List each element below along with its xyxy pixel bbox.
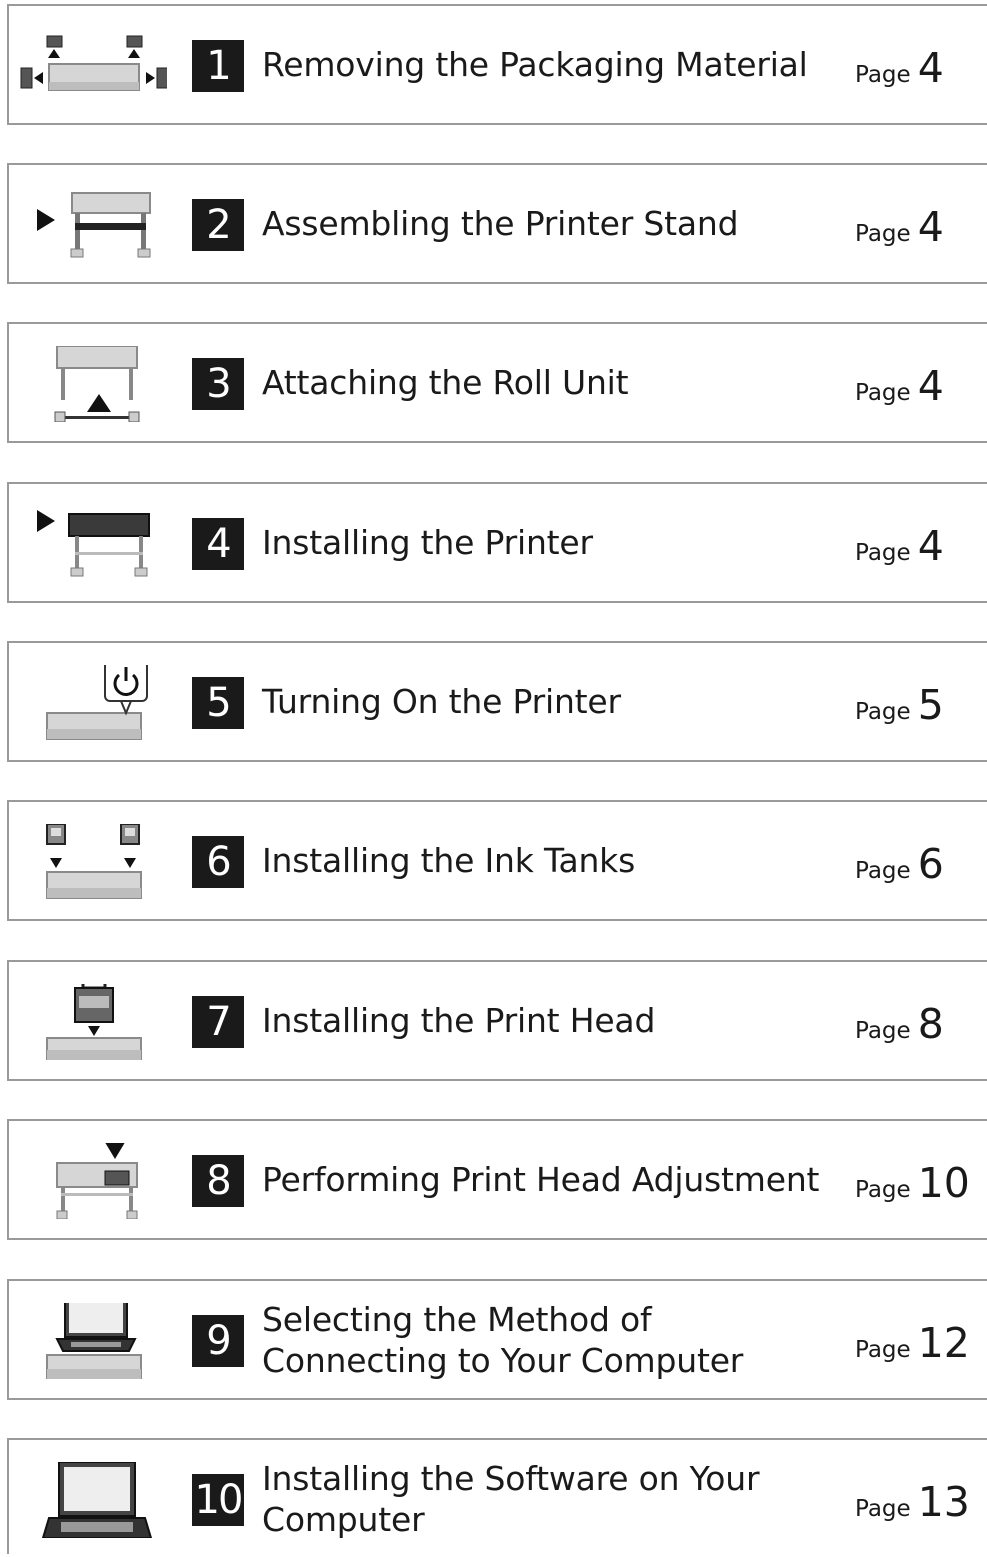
step-number-badge: 7 xyxy=(192,996,244,1048)
page-reference[interactable]: Page 4 xyxy=(855,203,944,251)
page-label: Page xyxy=(855,540,911,566)
page-number: 6 xyxy=(917,840,944,888)
step-number-badge: 8 xyxy=(192,1155,244,1207)
printer-install-icon xyxy=(17,506,167,582)
page-number: 8 xyxy=(917,1000,944,1048)
page-reference[interactable]: Page 12 xyxy=(855,1319,970,1367)
laptop-icon xyxy=(17,1462,167,1538)
page-number: 5 xyxy=(917,681,944,729)
page-label: Page xyxy=(855,1018,911,1044)
step-number-badge: 9 xyxy=(192,1315,244,1367)
page-number: 13 xyxy=(917,1478,970,1526)
power-icon xyxy=(17,665,167,741)
page-reference[interactable]: Page 4 xyxy=(855,44,944,92)
step-number-badge: 10 xyxy=(192,1474,244,1526)
step-1: 1 Removing the Packaging Material Page 4 xyxy=(7,4,987,125)
page-label: Page xyxy=(855,62,911,88)
page-number: 4 xyxy=(917,362,944,410)
page-label: Page xyxy=(855,858,911,884)
page-reference[interactable]: Page 6 xyxy=(855,840,944,888)
page-number: 12 xyxy=(917,1319,970,1367)
step-number-badge: 5 xyxy=(192,677,244,729)
step-3: 3 Attaching the Roll Unit Page 4 xyxy=(7,322,987,443)
ink-tank-icon xyxy=(17,824,167,900)
step-number-badge: 3 xyxy=(192,358,244,410)
page-reference[interactable]: Page 13 xyxy=(855,1478,970,1526)
step-title[interactable]: Attaching the Roll Unit xyxy=(262,324,847,441)
step-title[interactable]: Performing Print Head Adjustment xyxy=(262,1121,847,1238)
page-number: 4 xyxy=(917,522,944,570)
page-reference[interactable]: Page 4 xyxy=(855,362,944,410)
step-title[interactable]: Installing the Ink Tanks xyxy=(262,802,847,919)
step-8: 8 Performing Print Head Adjustment Page 1… xyxy=(7,1119,987,1240)
page-label: Page xyxy=(855,1496,911,1522)
page-number: 4 xyxy=(917,203,944,251)
step-number-badge: 4 xyxy=(192,518,244,570)
step-title[interactable]: Assembling the Printer Stand xyxy=(262,165,847,282)
page-reference[interactable]: Page 5 xyxy=(855,681,944,729)
page-reference[interactable]: Page 10 xyxy=(855,1159,970,1207)
step-title[interactable]: Removing the Packaging Material xyxy=(262,6,847,123)
page-number: 4 xyxy=(917,44,944,92)
page-label: Page xyxy=(855,221,911,247)
unpacking-icon xyxy=(17,28,167,104)
print-head-icon xyxy=(17,984,167,1060)
step-number-badge: 6 xyxy=(192,836,244,888)
step-number-badge: 1 xyxy=(192,40,244,92)
step-5: 5 Turning On the Printer Page 5 xyxy=(7,641,987,762)
printer-stand-icon xyxy=(17,187,167,263)
step-title[interactable]: Installing the Software on Your Computer xyxy=(262,1440,847,1557)
page-label: Page xyxy=(855,1337,911,1363)
step-4: 4 Installing the Printer Page 4 xyxy=(7,482,987,603)
step-title[interactable]: Installing the Print Head xyxy=(262,962,847,1079)
step-title[interactable]: Installing the Printer xyxy=(262,484,847,601)
step-6: 6 Installing the Ink Tanks Page 6 xyxy=(7,800,987,921)
laptop-printer-icon xyxy=(17,1303,167,1379)
step-2: 2 Assembling the Printer Stand Page 4 xyxy=(7,163,987,284)
head-adjust-icon xyxy=(17,1143,167,1219)
page-label: Page xyxy=(855,699,911,725)
step-9: 9 Selecting the Method of Connecting to … xyxy=(7,1279,987,1400)
roll-unit-icon xyxy=(17,346,167,422)
page-number: 10 xyxy=(917,1159,970,1207)
step-10: 10 Installing the Software on Your Compu… xyxy=(7,1438,987,1554)
step-7: 7 Installing the Print Head Page 8 xyxy=(7,960,987,1081)
step-number-badge: 2 xyxy=(192,199,244,251)
page-reference[interactable]: Page 4 xyxy=(855,522,944,570)
step-title[interactable]: Turning On the Printer xyxy=(262,643,847,760)
page-reference[interactable]: Page 8 xyxy=(855,1000,944,1048)
page-label: Page xyxy=(855,380,911,406)
step-title[interactable]: Selecting the Method of Connecting to Yo… xyxy=(262,1281,847,1398)
page-label: Page xyxy=(855,1177,911,1203)
